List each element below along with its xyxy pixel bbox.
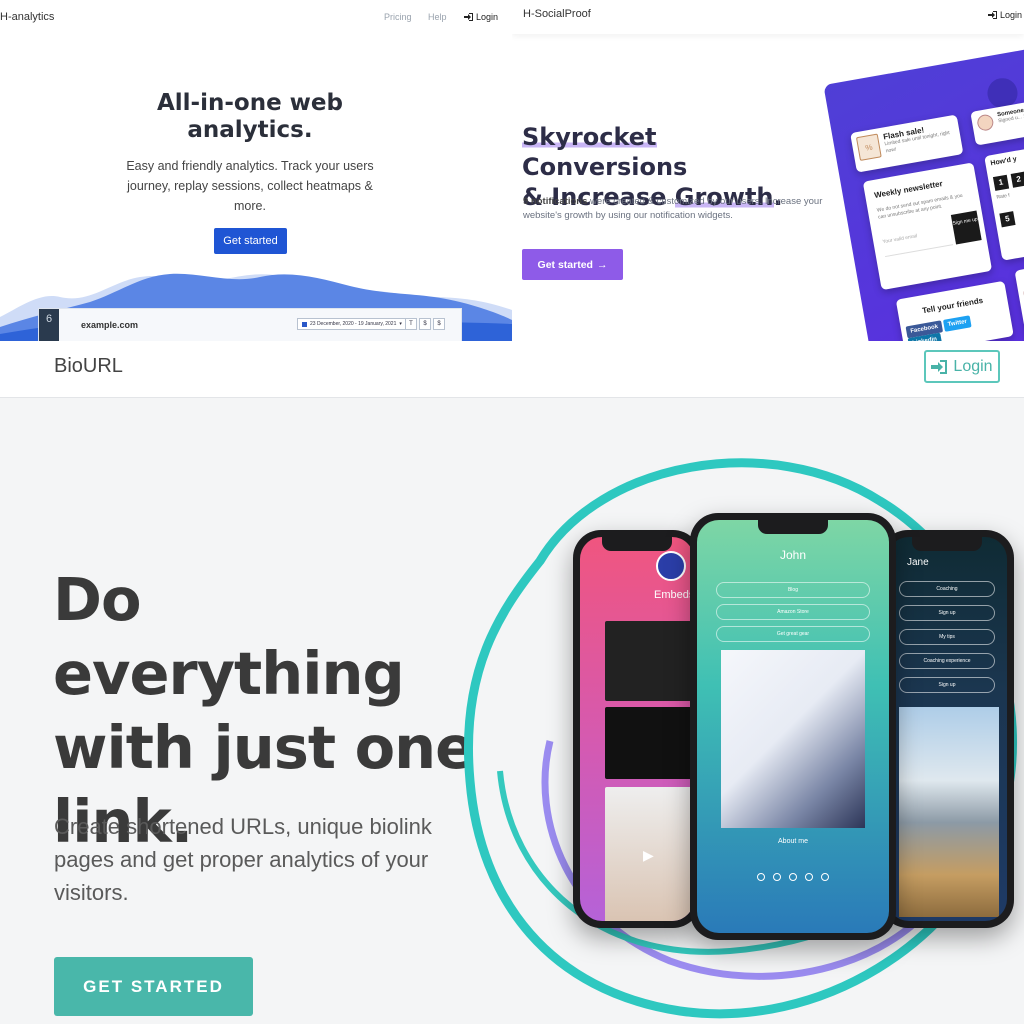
settings-button[interactable]: $ bbox=[433, 318, 445, 330]
hero-text-conversions: Conversions bbox=[522, 153, 688, 181]
analytics-login-link[interactable]: Login bbox=[464, 12, 498, 22]
social-icons bbox=[697, 868, 889, 886]
get-started-button[interactable]: Get started bbox=[214, 228, 287, 254]
analytics-brand[interactable]: H-analytics bbox=[0, 11, 54, 23]
hero-title-line2: analytics. bbox=[187, 117, 313, 143]
phone-notch bbox=[758, 520, 828, 534]
rating-options-bottom: 5 bbox=[999, 201, 1024, 228]
phone-embeds: Embeds ▶ bbox=[573, 530, 701, 928]
rating-option-5[interactable]: 5 bbox=[999, 211, 1016, 228]
cta-label: Get started bbox=[537, 258, 593, 271]
jane-name: Jane bbox=[907, 557, 929, 568]
phone-jane: Jane Coaching Sign up My tips Coaching e… bbox=[880, 530, 1014, 928]
john-name: John bbox=[779, 548, 807, 562]
tiktok-icon[interactable] bbox=[821, 873, 829, 881]
phone-john: John Blog Amazon Store Get great gear Ab… bbox=[690, 513, 896, 940]
play-icon: ▶ bbox=[643, 847, 654, 863]
notifications-count: 9 notifications bbox=[523, 196, 588, 207]
twitter-share-button[interactable]: Twitter bbox=[942, 315, 972, 332]
date-range-picker[interactable]: 23 December, 2020 - 19 January, 2021 ▾ bbox=[297, 318, 407, 330]
newsletter-widget[interactable]: Weekly newsletter We do not send out spa… bbox=[862, 162, 993, 291]
get-started-button[interactable]: Get started → bbox=[522, 249, 623, 280]
rating-options: 12 bbox=[992, 164, 1024, 191]
biourl-brand[interactable]: BioURL bbox=[54, 355, 123, 378]
login-icon bbox=[931, 359, 948, 374]
embeds-title: Embeds bbox=[654, 589, 694, 601]
biourl-navbar: BioURL Login bbox=[0, 341, 1024, 398]
instagram-icon[interactable] bbox=[789, 873, 797, 881]
phone-jane-screen: Jane Coaching Sign up My tips Coaching e… bbox=[887, 537, 1007, 921]
hero-highlight-skyrocket: Skyrocket bbox=[522, 123, 657, 151]
biourl-login-button[interactable]: Login bbox=[924, 350, 1000, 383]
hero-description: 9 notifications were created & customize… bbox=[523, 195, 823, 223]
laptop-image bbox=[721, 650, 865, 828]
analytics-panel: H-analytics Pricing Help Login All-in-on… bbox=[0, 0, 512, 341]
mountain-image bbox=[899, 707, 999, 917]
export-button[interactable]: $ bbox=[419, 318, 431, 330]
messenger-icon[interactable] bbox=[773, 873, 781, 881]
twitter-icon[interactable] bbox=[805, 873, 813, 881]
john-link-3[interactable]: Get great gear bbox=[716, 626, 870, 642]
socialproof-brand[interactable]: H-SocialProof bbox=[523, 8, 591, 20]
jane-link-5[interactable]: Sign up bbox=[899, 677, 995, 693]
analytics-navbar: H-analytics Pricing Help Login bbox=[0, 0, 512, 34]
widgets-showcase: % Flash sale! Limited sale until tonight… bbox=[814, 0, 1024, 341]
nav-pricing-link[interactable]: Pricing bbox=[384, 12, 412, 22]
jane-link-4[interactable]: Coaching experience bbox=[899, 653, 995, 669]
phone-john-screen: John Blog Amazon Store Get great gear Ab… bbox=[697, 520, 889, 933]
someone-content: Someone Signed u... 10 minut... bbox=[997, 104, 1024, 136]
get-started-button[interactable]: GET STARTED bbox=[54, 957, 253, 1016]
arrow-right-icon: → bbox=[596, 258, 608, 271]
avatar bbox=[976, 113, 995, 132]
rating-option-2[interactable]: 2 bbox=[1010, 171, 1024, 188]
preview-sidebar: 6 bbox=[39, 309, 59, 341]
podcast-embed[interactable] bbox=[605, 707, 694, 779]
hero-subtitle: Easy and friendly analytics. Track your … bbox=[126, 159, 374, 213]
preview-sidebar-number: 6 bbox=[45, 313, 53, 325]
whatsapp-icon[interactable] bbox=[757, 873, 765, 881]
hero-subtitle: Create shortened URLs, unique biolink pa… bbox=[54, 814, 432, 905]
jane-link-2[interactable]: Sign up bbox=[899, 605, 995, 621]
chevron-down-icon: ▾ bbox=[399, 321, 402, 327]
john-link-1[interactable]: Blog bbox=[716, 582, 870, 598]
filter-button[interactable]: T bbox=[405, 318, 417, 330]
about-me-title: About me bbox=[778, 838, 808, 845]
flash-sale-content: Flash sale! Limited sale until tonight, … bbox=[883, 120, 958, 162]
login-icon bbox=[464, 13, 473, 21]
preview-site-name: example.com bbox=[81, 320, 139, 330]
phone-embeds-screen: Embeds ▶ bbox=[580, 537, 694, 921]
john-link-2[interactable]: Amazon Store bbox=[716, 604, 870, 620]
jane-link-3[interactable]: My tips bbox=[899, 629, 995, 645]
date-range-value: 23 December, 2020 - 19 January, 2021 bbox=[310, 321, 397, 327]
profile-avatar bbox=[656, 551, 686, 581]
login-label: Login bbox=[953, 357, 993, 375]
hero-title-line1: All-in-one web bbox=[156, 90, 343, 116]
rating-option-1[interactable]: 1 bbox=[992, 174, 1010, 191]
video-embed[interactable]: ▶ bbox=[605, 787, 694, 921]
login-label: Login bbox=[476, 12, 499, 22]
newsletter-signup-button[interactable]: Sign me up bbox=[950, 210, 982, 245]
nav-help-link[interactable]: Help bbox=[428, 12, 447, 22]
phone-notch bbox=[912, 537, 982, 551]
jane-link-1[interactable]: Coaching bbox=[899, 581, 995, 597]
phone-notch bbox=[602, 537, 672, 551]
hero-title: All-in-one web analytics. bbox=[0, 90, 500, 144]
biourl-panel: BioURL Login Do everything with just one… bbox=[0, 341, 1024, 1024]
socialproof-panel: H-SocialProof Login Skyrocket Conversion… bbox=[512, 0, 1024, 341]
music-embed[interactable] bbox=[605, 621, 694, 701]
shopping-bag-icon: % bbox=[855, 133, 882, 161]
dashboard-preview: 6 example.com 23 December, 2020 - 19 Jan… bbox=[38, 308, 462, 341]
newsletter-email-input[interactable]: Your valid email bbox=[879, 215, 954, 258]
calendar-icon bbox=[302, 321, 307, 327]
